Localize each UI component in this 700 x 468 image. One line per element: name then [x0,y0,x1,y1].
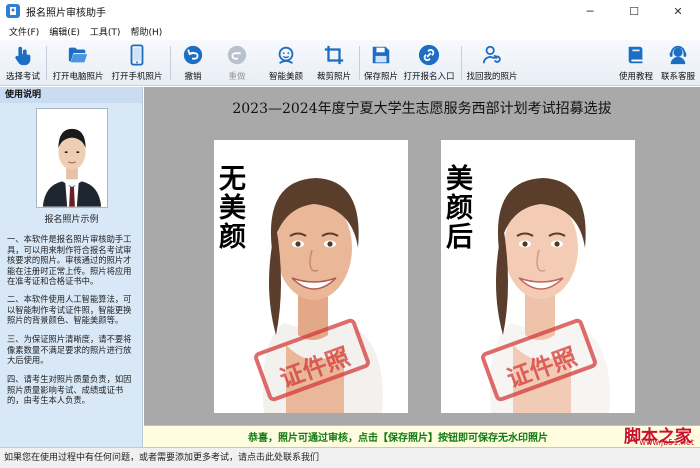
photo-before: 无美颜 证件照 [214,140,408,413]
menu-edit[interactable]: 编辑(E) [44,25,85,38]
undo-button[interactable]: 撤销 [176,43,210,85]
open-registration-button[interactable]: 打开报名入口 [402,43,456,85]
contact-support-button[interactable]: 联系客服 [658,43,698,85]
mobile-phone-icon [125,43,149,67]
maximize-button[interactable]: ☐ [612,0,656,22]
toolbar: 选择考试 打开电脑照片 打开手机照片 撤销 重做 智能美颜 裁剪照片 保存照片 … [0,40,700,86]
sample-photo [36,108,108,208]
menu-tools[interactable]: 工具(T) [85,25,126,38]
contact-us-link[interactable]: 如果您在使用过程中有任何问题，或者需要添加更多考试，请点击此处联系我们 [0,447,700,468]
toolbar-separator [170,46,171,80]
smart-beauty-button[interactable]: 智能美颜 [264,43,308,85]
title-bar: 报名照片审核助手 ─ ☐ ✕ [0,0,700,22]
hand-pointer-icon [11,43,35,67]
undo-icon [181,43,205,67]
open-phone-photo-button[interactable]: 打开手机照片 [109,43,165,85]
link-icon [417,43,441,67]
open-computer-photo-button[interactable]: 打开电脑照片 [50,43,106,85]
redo-button[interactable]: 重做 [220,43,254,85]
redo-icon [225,43,249,67]
save-icon [369,43,393,67]
tutorial-button[interactable]: 使用教程 [616,43,656,85]
window-title: 报名照片审核助手 [26,7,106,19]
toolbar-separator [46,46,47,80]
photo-after: 美颜后 证件照 [441,140,635,413]
menu-bar: 文件(F) 编辑(E) 工具(T) 帮助(H) [0,22,700,40]
help-paragraph: 一、本软件是报名照片审核助手工具，可以用来制作符合报名考试审核要求的照片。审核通… [7,234,132,286]
preview-area: 2023—2024年度宁夏大学生志愿服务西部计划考试招募选拔 无美颜 证件照 美… [144,87,700,425]
after-label: 美颜后 [446,164,473,253]
face-beauty-icon [274,43,298,67]
site-watermark-url: www.jb51.net [639,438,694,447]
help-paragraph: 三、为保证照片清晰度，请不要将像素数量不满足要求的照片进行放大后使用。 [7,334,132,365]
select-exam-button[interactable]: 选择考试 [4,43,42,85]
support-agent-icon [666,43,690,67]
crop-icon [322,43,346,67]
folder-open-icon [66,43,90,67]
sample-photo-caption: 报名照片示例 [44,215,99,225]
user-refresh-icon [480,43,504,67]
toolbar-separator [461,46,462,80]
toolbar-separator [359,46,360,80]
menu-help[interactable]: 帮助(H) [125,25,167,38]
help-sidebar: 使用说明 报名照片示例 一、本软件是报名照片审核助手工具，可以用来制作符合报名考… [0,87,143,447]
before-label: 无美颜 [219,164,246,253]
help-paragraph: 二、本软件使用人工智能算法，可以智能制作考试证件照，智能更换照片的背景颜色、智能… [7,294,132,325]
crop-photo-button[interactable]: 裁剪照片 [312,43,356,85]
app-logo-icon [6,4,20,18]
status-message: 恭喜，照片可通过审核，点击【保存照片】按钮即可保存无水印照片 [248,433,548,444]
sidebar-header: 使用说明 [0,87,142,103]
help-paragraph: 四、请考生对照片质量负责，如因照片质量影响考试、成绩或证书的，由考生本人负责。 [7,374,132,405]
book-icon [624,43,648,67]
find-my-photo-button[interactable]: 找回我的照片 [464,43,520,85]
status-message-bar: 恭喜，照片可通过审核，点击【保存照片】按钮即可保存无水印照片 脚本之家 www.… [144,425,700,447]
menu-file[interactable]: 文件(F) [4,25,44,38]
minimize-button[interactable]: ─ [568,0,612,22]
save-photo-button[interactable]: 保存照片 [361,43,401,85]
exam-title: 2023—2024年度宁夏大学生志愿服务西部计划考试招募选拔 [232,101,612,117]
close-button[interactable]: ✕ [656,0,700,22]
